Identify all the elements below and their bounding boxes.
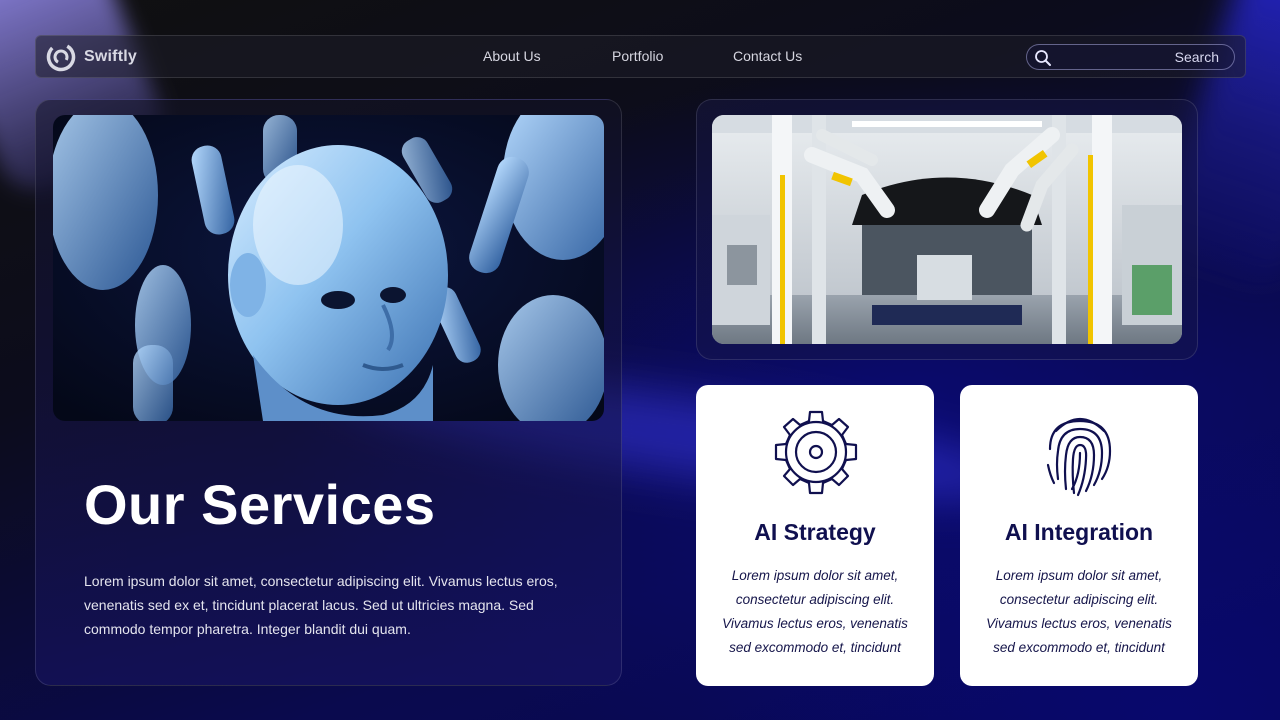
services-hero-card: Our Services Lorem ipsum dolor sit amet,…	[35, 99, 622, 686]
robot-heads-image	[53, 115, 604, 421]
page-title: Our Services	[84, 473, 436, 536]
robotic-factory-image	[712, 115, 1182, 344]
services-description: Lorem ipsum dolor sit amet, consectetur …	[84, 573, 558, 637]
fingerprint-icon	[1046, 417, 1112, 497]
service-card-ai-strategy[interactable]: AI Strategy Lorem ipsum dolor sit amet, …	[696, 385, 934, 686]
nav-link-about-us[interactable]: About Us	[483, 48, 541, 64]
search-icon	[1035, 50, 1051, 66]
nav-link-contact-us[interactable]: Contact Us	[733, 48, 802, 64]
swiftly-logo-icon	[46, 42, 76, 72]
service-title: AI Integration	[1004, 519, 1154, 545]
search-box[interactable]	[1026, 44, 1235, 70]
service-title: AI Strategy	[754, 519, 876, 545]
gear-icon	[774, 410, 858, 495]
service-description: Lorem ipsum dolor sit amet, consectetur …	[986, 568, 1172, 655]
search-input[interactable]	[1057, 47, 1227, 67]
service-card-ai-integration[interactable]: AI Integration Lorem ipsum dolor sit ame…	[960, 385, 1198, 686]
nav-link-portfolio[interactable]: Portfolio	[612, 48, 663, 64]
navbar: Swiftly About Us Portfolio Contact Us	[35, 35, 1246, 78]
brand-logo[interactable]: Swiftly	[46, 42, 137, 72]
service-description: Lorem ipsum dolor sit amet, consectetur …	[722, 568, 908, 655]
factory-image-card	[696, 99, 1198, 360]
brand-name: Swiftly	[84, 48, 137, 65]
